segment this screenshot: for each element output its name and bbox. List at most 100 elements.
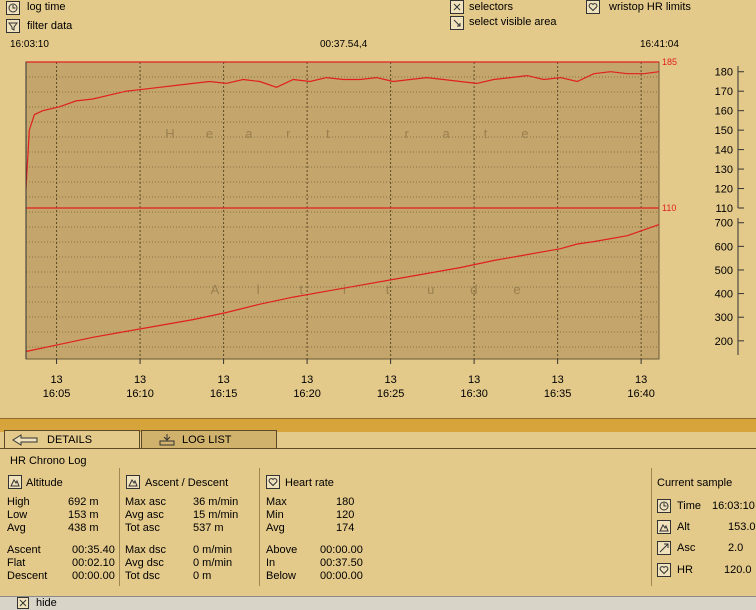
- heart-rate-section-title: Heart rate: [285, 477, 334, 489]
- hr-y-tick-label: 150: [715, 125, 733, 137]
- hr-min-label: Min: [266, 509, 284, 521]
- hide-icon[interactable]: [17, 597, 29, 609]
- tot-asc-value: 537 m: [193, 522, 224, 534]
- x-tick-time: 16:35: [544, 388, 572, 400]
- hr-y-tick-label: 180: [715, 67, 733, 79]
- altitude-ascent-value: 00:35.40: [72, 544, 115, 556]
- hr-in-label: In: [266, 557, 276, 569]
- max-asc-value: 36 m/min: [193, 496, 239, 508]
- altitude-section-title: Altitude: [26, 477, 63, 489]
- hr-below-label: Below: [266, 570, 296, 582]
- tot-dsc-value: 0 m: [193, 570, 212, 582]
- altitude-series-title: t: [299, 282, 303, 297]
- hr-above-value: 00:00.00: [320, 544, 363, 556]
- plot-area: [25, 61, 660, 360]
- x-tick-day: 13: [217, 374, 229, 386]
- x-tick-day: 13: [384, 374, 396, 386]
- altitude-series-title: A: [211, 282, 220, 297]
- altitude-high-value: 692 m: [68, 496, 99, 508]
- altitude-series-title: l: [257, 282, 260, 297]
- ascent-descent-section-title: Ascent / Descent: [145, 477, 229, 489]
- tab-log-list[interactable]: LOG LIST: [141, 430, 277, 448]
- sample-hr-label: HR: [677, 564, 693, 576]
- hr-max-value: 180: [336, 496, 355, 508]
- hr-y-tick-label: 120: [715, 184, 733, 196]
- bottom-bar: [0, 596, 756, 610]
- x-tick-day: 13: [50, 374, 62, 386]
- max-asc-label: Max asc: [125, 496, 166, 508]
- hr-series-title: t: [484, 126, 488, 141]
- altitude-ascent-label: Ascent: [7, 544, 41, 556]
- altitude-high-label: High: [7, 496, 30, 508]
- hr-y-tick-label: 130: [715, 164, 733, 176]
- avg-asc-value: 15 m/min: [193, 509, 239, 521]
- section-divider: [259, 468, 260, 586]
- alt-y-tick-label: 300: [715, 312, 733, 324]
- alt-y-tick-label: 200: [715, 336, 733, 348]
- hr-series-title: a: [442, 126, 450, 141]
- sample-time-value: 16:03:10: [712, 500, 755, 512]
- altitude-flat-label: Flat: [7, 557, 26, 569]
- x-tick-time: 16:05: [43, 388, 71, 400]
- hide-label[interactable]: hide: [36, 597, 57, 609]
- x-tick-day: 13: [468, 374, 480, 386]
- current-sample-title: Current sample: [657, 477, 733, 489]
- tot-asc-label: Tot asc: [125, 522, 160, 534]
- sample-asc-value: 2.0: [728, 542, 744, 554]
- hr-series-title: r: [286, 126, 291, 141]
- altitude-avg-label: Avg: [7, 522, 26, 534]
- avg-asc-label: Avg asc: [125, 509, 164, 521]
- clock-icon: [657, 499, 671, 513]
- chart-canvas[interactable]: 13 16:05 13 16:10 13 16:15 13 16:20 13 16:25 13 16:…: [0, 0, 756, 418]
- altitude-flat-value: 00:02.10: [72, 557, 115, 569]
- hr-avg-value: 174: [336, 522, 355, 534]
- heart-sample-icon: [657, 563, 671, 577]
- altitude-mountain-icon: [8, 475, 22, 489]
- avg-dsc-value: 0 m/min: [193, 557, 233, 569]
- altitude-series-title: u: [427, 282, 434, 297]
- alt-y-tick-label: 600: [715, 241, 733, 253]
- section-divider: [119, 468, 120, 586]
- altitude-low-label: Low: [7, 509, 28, 521]
- details-arrow-icon: [12, 434, 38, 446]
- hr-max-label: Max: [266, 496, 287, 508]
- heart-icon: [266, 475, 280, 489]
- altitude-avg-value: 438 m: [68, 522, 99, 534]
- alt-y-tick-label: 400: [715, 289, 733, 301]
- hr-series-title: a: [245, 126, 253, 141]
- x-tick-time: 16:15: [210, 388, 238, 400]
- max-dsc-label: Max dsc: [125, 544, 166, 556]
- x-tick-day: 13: [635, 374, 647, 386]
- max-dsc-value: 0 m/min: [193, 544, 233, 556]
- hr-above-label: Above: [266, 544, 298, 556]
- hr-series-title: t: [326, 126, 330, 141]
- x-tick-time: 16:30: [460, 388, 488, 400]
- hr-min-value: 120: [336, 509, 355, 521]
- section-divider: [651, 468, 652, 586]
- log-title: HR Chrono Log: [10, 455, 87, 467]
- sample-asc-label: Asc: [677, 542, 696, 554]
- hr-y-tick-label: 160: [715, 106, 733, 118]
- altitude-series-title: i: [343, 282, 346, 297]
- tot-dsc-label: Tot dsc: [125, 570, 160, 582]
- log-list-tray-icon: [159, 434, 175, 446]
- hr-series-title: e: [206, 126, 213, 141]
- altitude-series-title: t: [386, 282, 390, 297]
- sample-alt-label: Alt: [677, 521, 690, 533]
- sample-hr-value: 120.0: [724, 564, 752, 576]
- x-tick-time: 16:10: [126, 388, 154, 400]
- altitude-series-title: d: [470, 282, 477, 297]
- hr-series-title: e: [521, 126, 528, 141]
- hr-y-tick-label: 140: [715, 145, 733, 157]
- hr-avg-label: Avg: [266, 522, 285, 534]
- hr-limit-low-label: 110: [662, 203, 676, 213]
- tab-details[interactable]: DETAILS: [4, 430, 140, 448]
- hr-below-value: 00:00.00: [320, 570, 363, 582]
- x-tick-time: 16:40: [627, 388, 655, 400]
- hr-series-title: H: [165, 126, 174, 141]
- alt-y-tick-label: 500: [715, 265, 733, 277]
- hr-series-title: r: [404, 126, 409, 141]
- altitude-descent-value: 00:00.00: [72, 570, 115, 582]
- hr-limit-high-label: 185: [662, 57, 677, 67]
- ascent-descent-icon: [126, 475, 140, 489]
